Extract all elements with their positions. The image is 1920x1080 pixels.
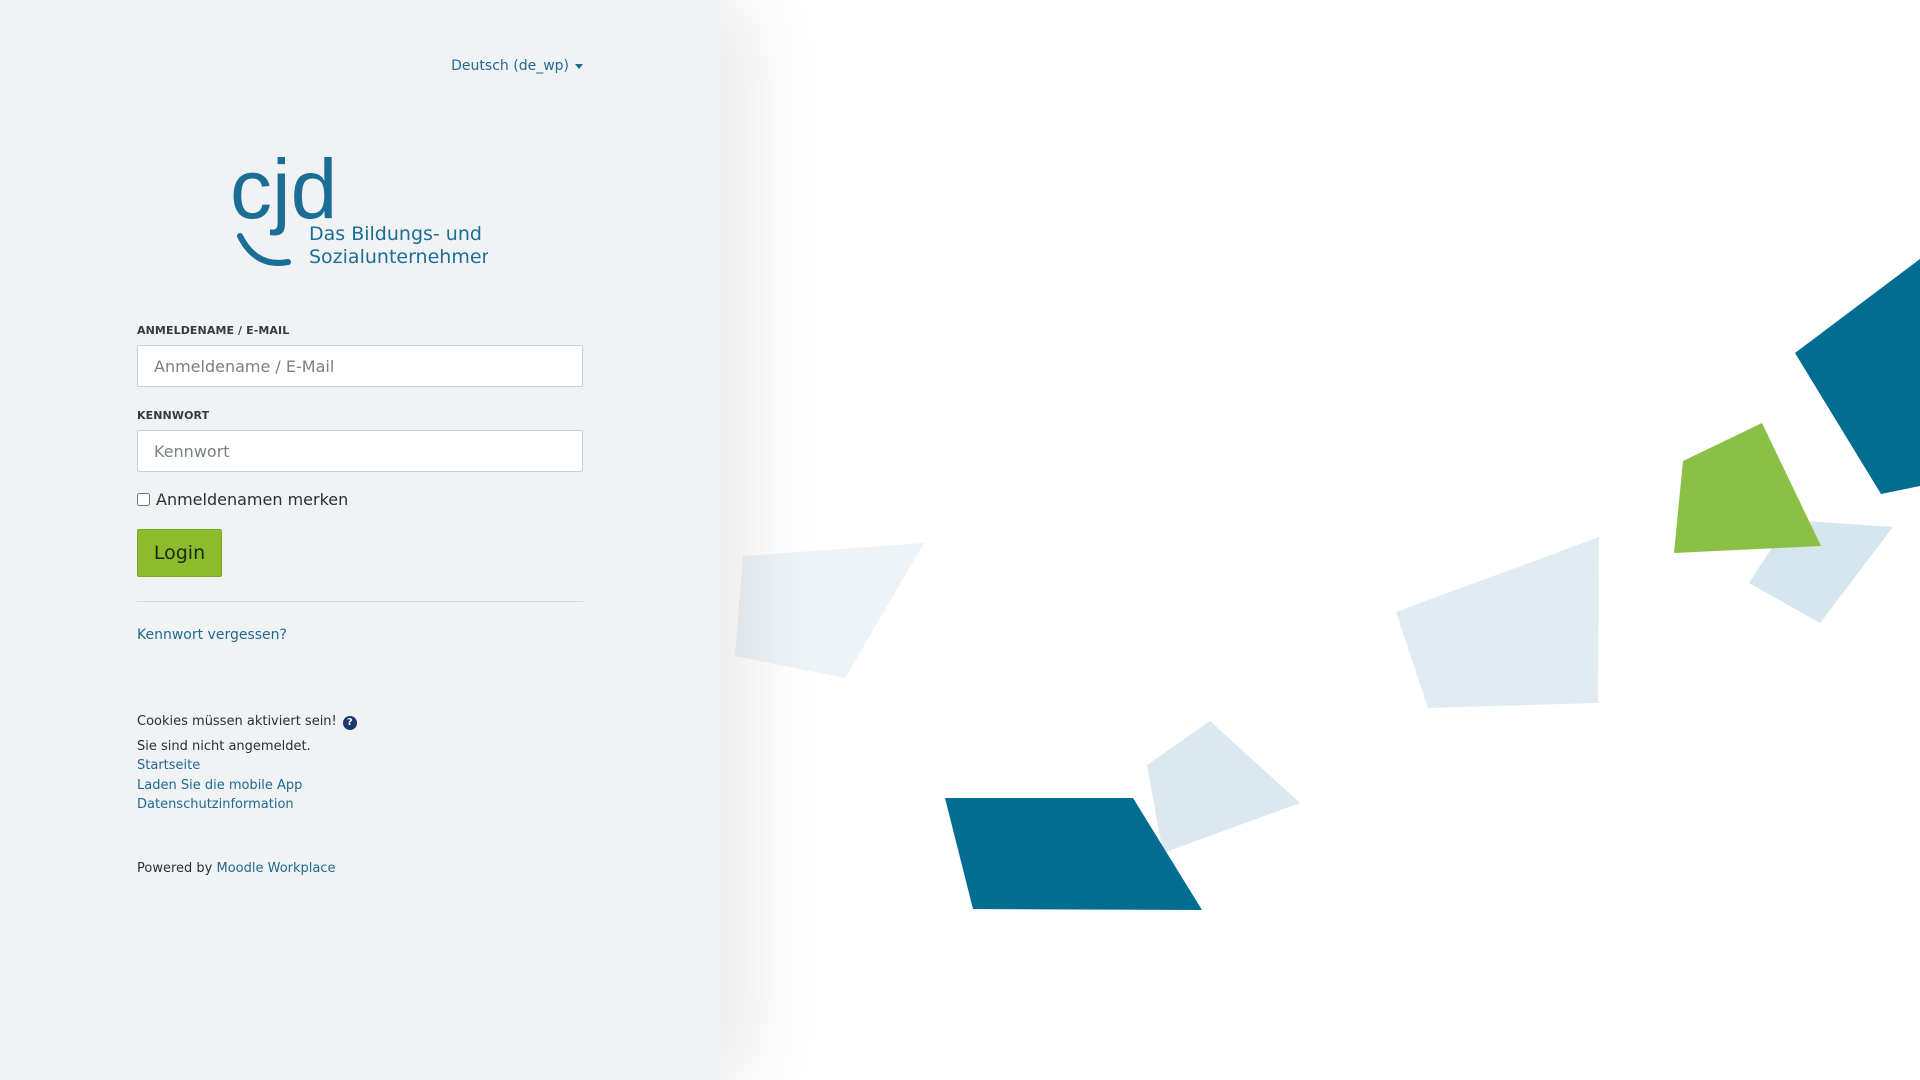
username-input[interactable] <box>137 345 583 387</box>
moodle-workplace-link[interactable]: Moodle Workplace <box>217 861 336 876</box>
login-page: Deutsch (de_wp) cjd Das Bildungs- und So… <box>0 0 1920 1080</box>
powered-by-prefix: Powered by <box>137 861 213 876</box>
privacy-link[interactable]: Datenschutzinformation <box>137 795 583 815</box>
password-label: KENNWORT <box>137 409 210 422</box>
login-info: Cookies müssen aktiviert sein! ? Sie sin… <box>137 712 583 815</box>
forgot-password-link[interactable]: Kennwort vergessen? <box>137 627 287 643</box>
password-group: KENNWORT <box>137 409 583 472</box>
logo-tagline-line2: Sozialunternehmen <box>309 246 488 268</box>
remember-username-label[interactable]: Anmeldenamen merken <box>156 490 348 509</box>
chevron-down-icon[interactable] <box>575 64 583 69</box>
powered-by: Powered by Moodle Workplace <box>137 861 336 876</box>
cjd-logo: cjd Das Bildungs- und Sozialunternehmen <box>230 142 488 268</box>
username-group: ANMELDENAME / E-MAIL <box>137 324 583 387</box>
logo-tagline-line1: Das Bildungs- und <box>309 223 482 245</box>
username-label: ANMELDENAME / E-MAIL <box>137 324 290 337</box>
login-form: ANMELDENAME / E-MAIL KENNWORT Anmeldenam… <box>137 324 583 643</box>
mobile-app-link[interactable]: Laden Sie die mobile App <box>137 776 583 796</box>
language-menu-label[interactable]: Deutsch (de_wp) <box>451 58 569 74</box>
remember-username[interactable]: Anmeldenamen merken <box>137 490 583 509</box>
shape-light-bottom <box>1147 721 1300 853</box>
login-panel: Deutsch (de_wp) cjd Das Bildungs- und So… <box>0 0 720 1080</box>
language-menu[interactable]: Deutsch (de_wp) <box>451 58 583 74</box>
password-input[interactable] <box>137 430 583 472</box>
cookies-notice: Cookies müssen aktiviert sein! <box>137 714 337 729</box>
remember-username-checkbox[interactable] <box>137 493 150 506</box>
login-status: Sie sind nicht angemeldet. <box>137 738 311 754</box>
logo-wordmark: cjd <box>230 142 337 236</box>
help-icon[interactable]: ? <box>342 715 357 730</box>
login-button[interactable]: Login <box>137 529 222 577</box>
logo-smile-arc <box>237 233 291 266</box>
shape-light-left <box>735 543 924 678</box>
home-link[interactable]: Startseite <box>137 756 583 776</box>
shape-light-center <box>1396 537 1599 708</box>
shape-blue-right <box>1795 259 1920 494</box>
divider <box>137 601 583 602</box>
shape-green-right <box>1674 423 1821 553</box>
cookies-notice-row: Cookies müssen aktiviert sein! ? <box>137 712 583 732</box>
